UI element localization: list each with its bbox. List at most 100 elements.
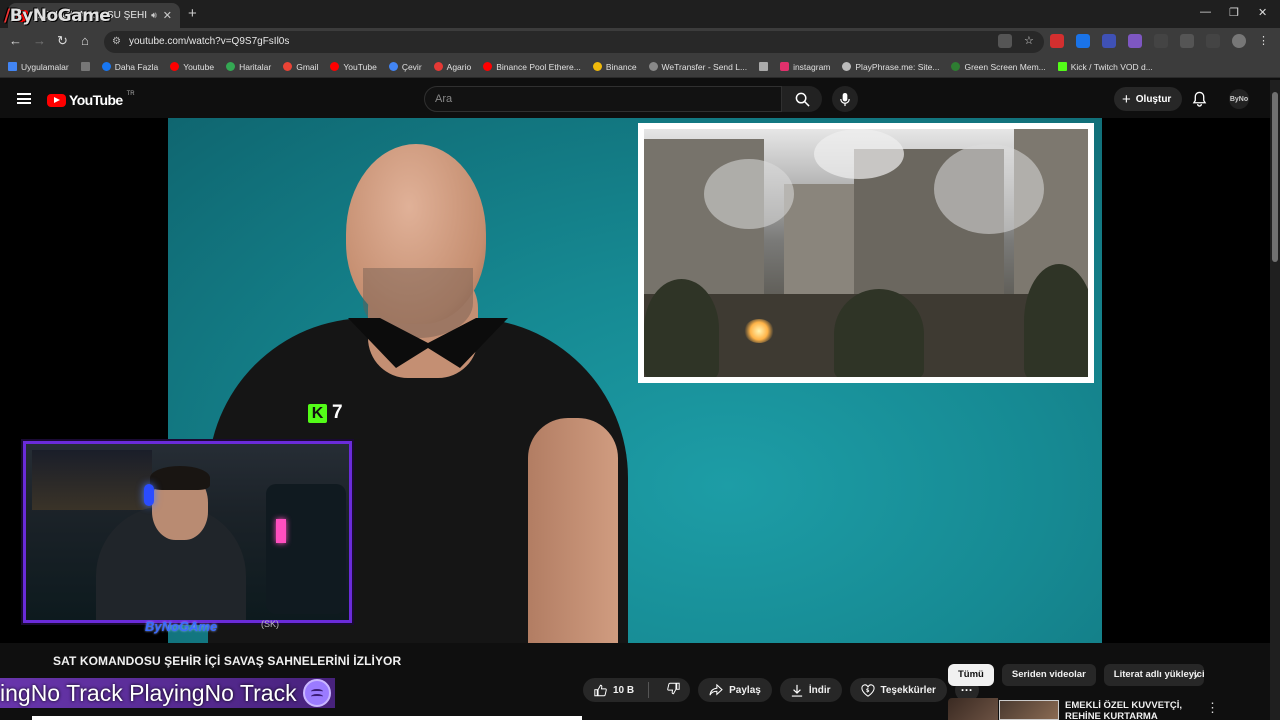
kick-icon [1057, 62, 1067, 71]
smoke-cloud [934, 144, 1044, 234]
address-bar[interactable]: ⚙ youtube.com/watch?v=Q9S7gFsIl0s [104, 31, 1044, 53]
menu-kebab-icon[interactable]: ⋮ [1258, 34, 1272, 48]
svg-text:$: $ [865, 688, 869, 694]
instagram-icon [780, 62, 790, 71]
bookmark-star-icon[interactable]: ☆ [1024, 34, 1038, 48]
apps-grid-icon [8, 62, 17, 71]
bookmark-item[interactable] [759, 62, 769, 71]
plus-icon: + [1122, 90, 1131, 108]
new-tab-button[interactable]: + [188, 5, 197, 22]
related-filter-chips: Tümü Seriden videolar Literat adlı yükle… [948, 664, 1204, 686]
bookmarks-bar: Uygulamalar Daha Fazla Youtube Haritalar… [0, 56, 1280, 78]
gmail-icon [283, 62, 293, 71]
smoke-cloud [704, 159, 794, 229]
thumbs-down-icon [667, 682, 680, 695]
bookmark-item[interactable]: Gmail [283, 62, 318, 72]
close-tab-icon[interactable]: ✕ [163, 9, 172, 22]
browser-toolbar: ← → ↻ ⌂ ⚙ youtube.com/watch?v=Q9S7gFsIl0… [0, 28, 1280, 56]
extension-icons: ☆ ⋮ [998, 34, 1272, 48]
scrollbar-thumb[interactable] [1272, 92, 1278, 262]
chip-series[interactable]: Seriden videolar [1001, 664, 1096, 686]
youtube-logo[interactable]: YouTube TR [47, 91, 135, 108]
extension-screenshot-icon[interactable] [1154, 34, 1168, 48]
kebab-menu-icon[interactable]: ⋮ [1206, 700, 1219, 716]
bookmark-item[interactable]: Agario [433, 62, 471, 72]
extension-news-icon[interactable] [1050, 34, 1064, 48]
bookmark-item[interactable]: PlayPhrase.me: Site... [842, 62, 939, 72]
extension-translate-icon[interactable] [1076, 34, 1090, 48]
youtube-header: YouTube TR Ara + Oluştur ByNo [0, 80, 1280, 118]
search-input[interactable]: Ara [424, 86, 782, 112]
bookmark-item[interactable]: instagram [780, 62, 830, 72]
search-button[interactable] [782, 86, 822, 112]
youtube-icon [170, 62, 180, 71]
video-player[interactable]: K 7 [0, 118, 1270, 643]
media-control-icon[interactable] [1206, 34, 1220, 48]
bookmark-item[interactable]: Youtube [170, 62, 214, 72]
notifications-bell-icon[interactable] [1192, 91, 1207, 107]
bookmark-item[interactable]: Daha Fazla [101, 62, 158, 72]
page-scrollbar[interactable] [1270, 80, 1280, 720]
bookmark-item[interactable]: Çevir [388, 62, 422, 72]
recommended-video[interactable]: EMEKLİ ÖZEL KUVVETÇİ, REHİNE KURTARMA ⋮ [948, 698, 1258, 720]
reload-icon[interactable]: ↻ [57, 33, 68, 49]
recommended-thumbnail[interactable] [948, 698, 998, 720]
chip-uploader[interactable]: Literat adlı yükleyicid [1103, 664, 1204, 686]
recommended-title[interactable]: EMEKLİ ÖZEL KUVVETÇİ, REHİNE KURTARMA [1065, 700, 1182, 720]
headphones-icon [144, 484, 154, 506]
extension-audio-icon[interactable] [1102, 34, 1116, 48]
muzzle-flash [744, 319, 774, 343]
voice-search-button[interactable] [832, 86, 858, 112]
site-info-icon[interactable]: ⚙ [112, 31, 121, 53]
soldier [644, 279, 719, 377]
home-icon[interactable]: ⌂ [81, 33, 89, 48]
chevron-right-icon[interactable]: › [1193, 667, 1198, 684]
share-button[interactable]: Paylaş [698, 678, 772, 702]
bottom-highlight-bar [32, 716, 582, 720]
now-playing-overlay: ingNo Track PlayingNo Track [0, 678, 335, 708]
thanks-button[interactable]: $ Teşekkürler [849, 678, 947, 702]
facebook-icon [101, 62, 111, 71]
thumbs-up-icon [594, 684, 607, 696]
bookmark-item[interactable]: Binance Pool Ethere... [483, 62, 581, 72]
translate-icon [388, 62, 398, 71]
profile-icon[interactable] [1232, 34, 1246, 48]
streamer-name: ByNoGAme [145, 619, 218, 634]
soldier [834, 289, 924, 377]
url-text: youtube.com/watch?v=Q9S7gFsIl0s [129, 36, 290, 47]
window-close-icon[interactable]: ✕ [1258, 6, 1267, 19]
recommended-thumbnail[interactable] [999, 700, 1059, 720]
bookmark-item[interactable]: Uygulamalar [8, 62, 69, 72]
install-app-icon[interactable] [998, 34, 1012, 48]
wetransfer-icon [648, 62, 658, 71]
binance-icon [592, 62, 602, 71]
forward-arrow-icon[interactable]: → [33, 33, 46, 48]
create-button[interactable]: + Oluştur [1114, 87, 1183, 111]
extensions-puzzle-icon[interactable] [1180, 34, 1194, 48]
bookmark-item[interactable]: Kick / Twitch VOD d... [1057, 62, 1153, 72]
bookmark-item[interactable]: Haritalar [226, 62, 271, 72]
chip-all[interactable]: Tümü [948, 664, 994, 686]
kick-viewer-badge: K 7 [308, 402, 343, 424]
streamer-webcam [23, 441, 352, 623]
account-avatar[interactable]: ByNo [1229, 89, 1249, 109]
bookmark-item[interactable]: Binance [592, 62, 637, 72]
kick-logo-icon: K [308, 403, 327, 423]
restore-icon[interactable]: ❐ [1229, 6, 1239, 19]
bookmark-item[interactable]: Green Screen Mem... [951, 62, 1046, 72]
back-arrow-icon[interactable]: ← [9, 33, 22, 48]
video-title: SAT KOMANDOSU ŞEHİR İÇİ SAVAŞ SAHNELERİN… [53, 654, 402, 668]
like-button[interactable]: 10 B [594, 684, 634, 697]
youtube-icon [330, 62, 340, 71]
download-button[interactable]: İndir [779, 678, 842, 702]
extension-pen-icon[interactable] [1128, 34, 1142, 48]
hamburger-menu-icon[interactable] [17, 93, 31, 104]
bookmark-item[interactable] [80, 62, 90, 71]
bookmark-item[interactable]: YouTube [330, 62, 377, 72]
streamer-tag: (SK) [261, 619, 279, 629]
speaker-icon[interactable]: 🔊︎ [151, 10, 157, 21]
dislike-button[interactable] [655, 682, 690, 698]
like-dislike-group: 10 B [583, 678, 691, 702]
minimize-icon[interactable]: — [1200, 6, 1211, 18]
bookmark-item[interactable]: WeTransfer - Send L... [648, 62, 747, 72]
